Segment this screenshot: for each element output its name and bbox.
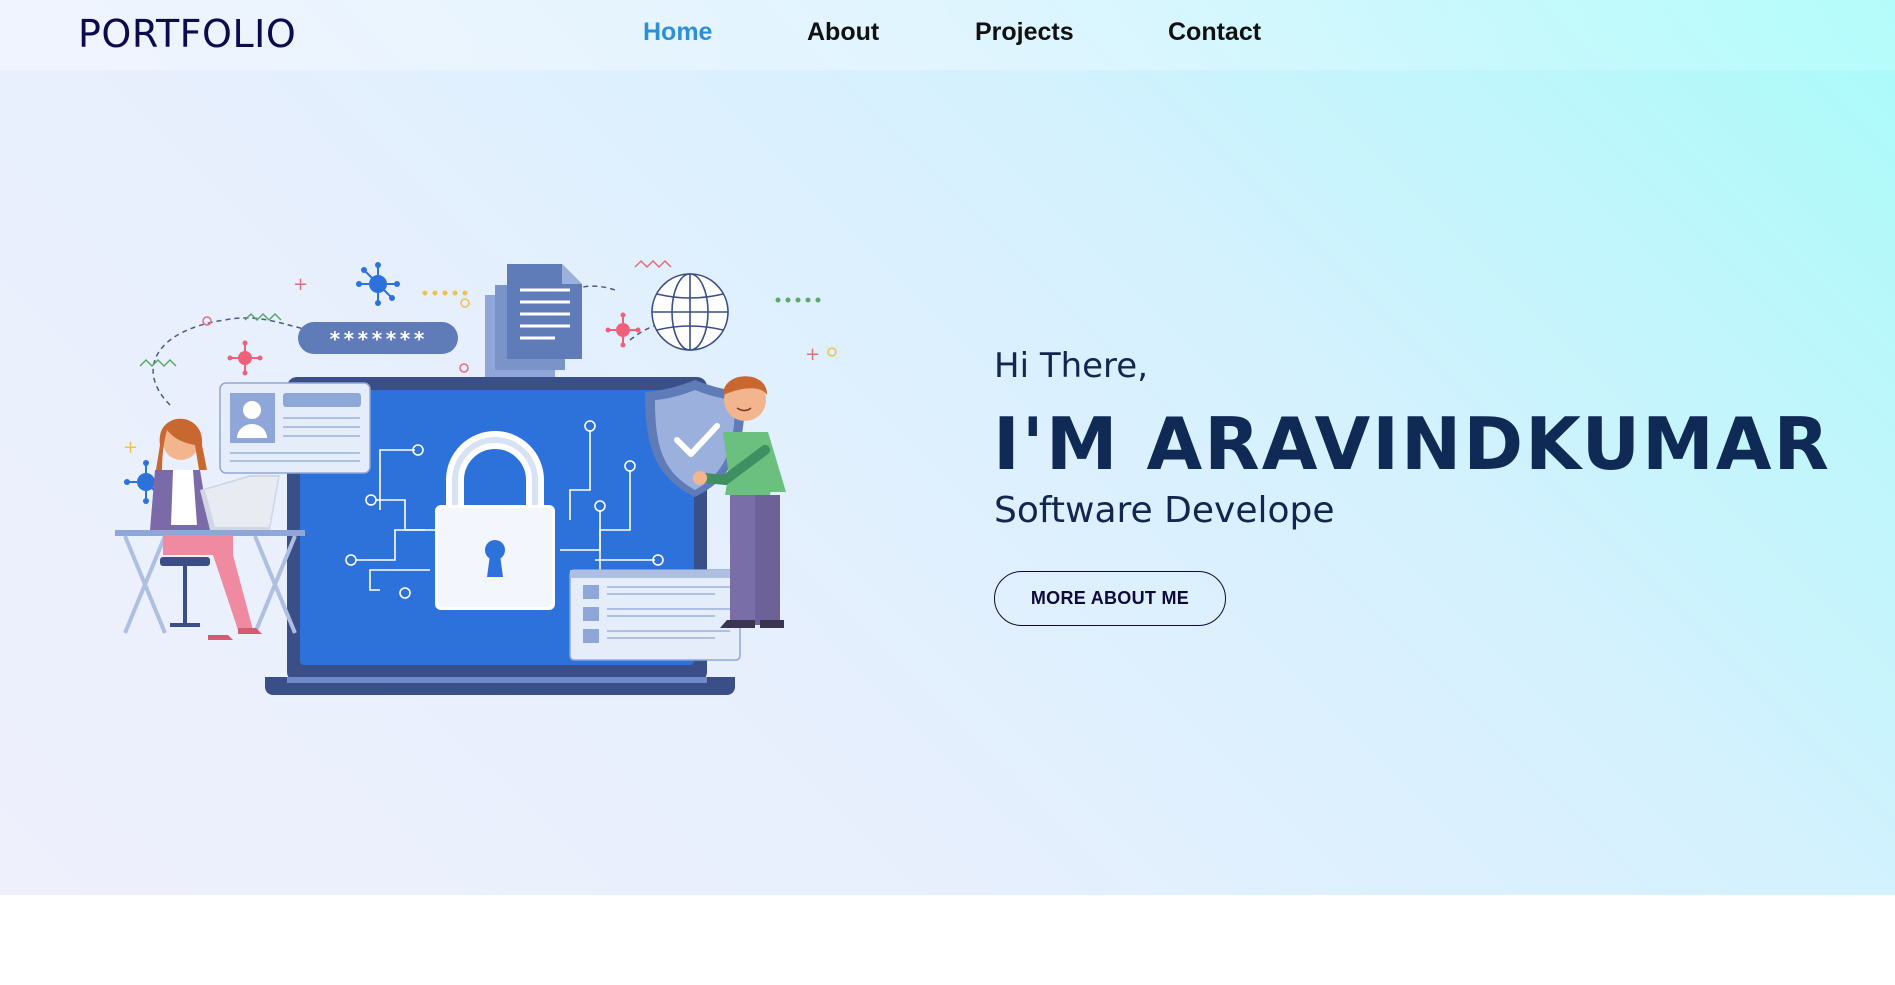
svg-text:+: + [123, 437, 138, 458]
svg-text:+: + [805, 344, 820, 365]
hero-name-heading: I'M ARAVINDKUMAR [993, 402, 1831, 486]
top-navbar: PORTFOLIO Home About Projects Contact [0, 0, 1895, 70]
nav-about-link[interactable]: About [807, 18, 879, 47]
nav-home-link[interactable]: Home [643, 18, 712, 47]
nav-projects-link[interactable]: Projects [975, 18, 1074, 47]
cyber-security-illustration: + + + ******* [115, 259, 837, 695]
hero-role-subtitle: Software Develope [994, 490, 1335, 531]
logo[interactable]: PORTFOLIO [78, 12, 296, 56]
nav-contact-link[interactable]: Contact [1168, 18, 1261, 47]
more-about-me-button[interactable]: MORE ABOUT ME [994, 571, 1226, 626]
svg-text:+: + [293, 274, 308, 295]
password-mask-text: ******* [329, 327, 427, 351]
hero-greeting: Hi There, [994, 346, 1149, 386]
